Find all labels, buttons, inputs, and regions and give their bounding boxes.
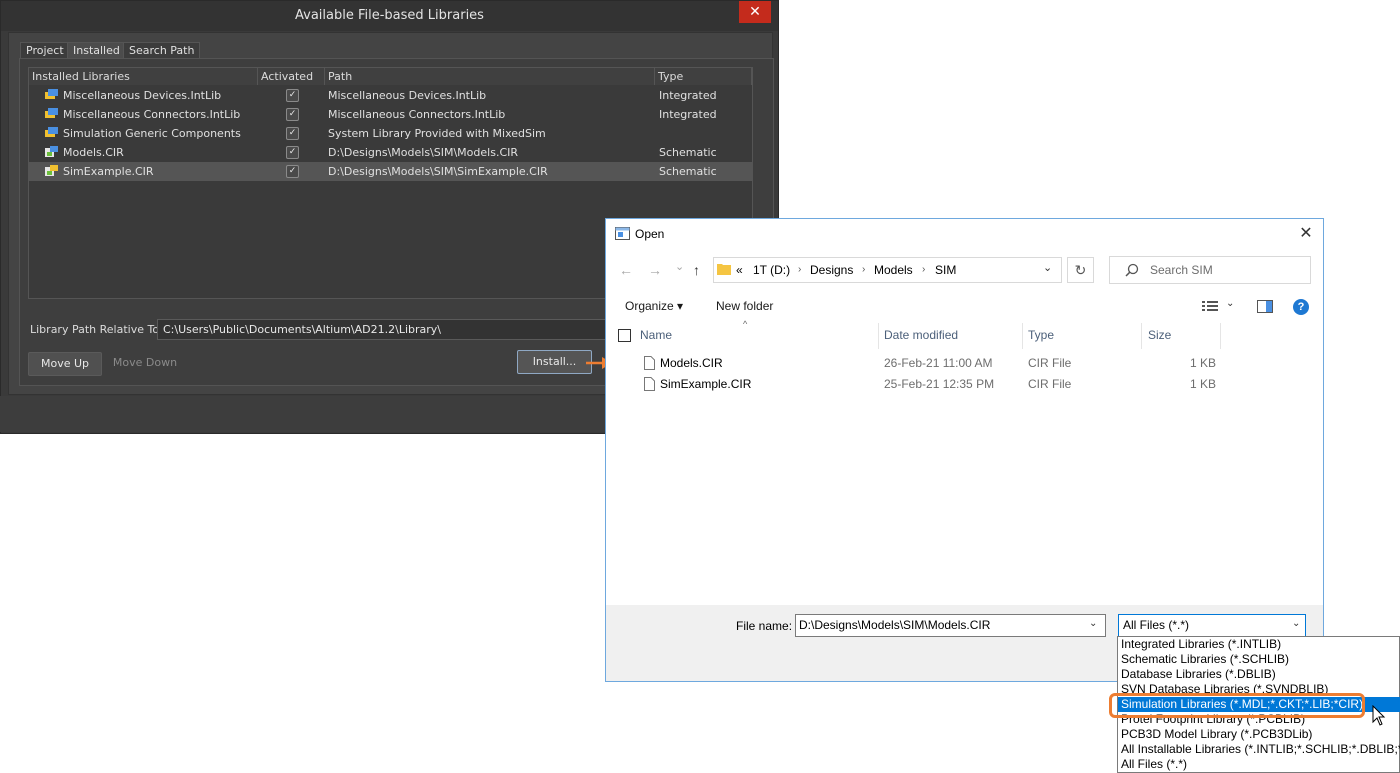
file-type-option[interactable]: Database Libraries (*.DBLIB) <box>1121 667 1276 682</box>
file-type: CIR File <box>1028 377 1072 391</box>
highlight-callout <box>1109 693 1365 718</box>
forward-icon[interactable]: → <box>648 262 662 278</box>
close-button[interactable]: ✕ <box>739 1 771 23</box>
chevron-down-icon[interactable]: ⌄ <box>1292 618 1300 629</box>
view-dropdown-icon[interactable]: ⌄ <box>1226 298 1234 309</box>
column-header-type[interactable]: Type <box>655 68 752 85</box>
activated-checkbox[interactable]: ✓ <box>286 108 299 121</box>
organize-menu[interactable]: Organize ▾ <box>625 299 683 313</box>
schematic-library-icon <box>45 165 58 176</box>
window-icon <box>615 227 630 240</box>
file-name: SimExample.CIR <box>660 377 752 391</box>
search-placeholder: Search SIM <box>1150 263 1213 277</box>
tab-project[interactable]: Project <box>20 42 70 59</box>
refresh-button[interactable]: ↻ <box>1067 257 1094 283</box>
file-name-label: File name: <box>736 619 793 633</box>
new-folder-button[interactable]: New folder <box>716 299 773 313</box>
activated-checkbox[interactable]: ✓ <box>286 127 299 140</box>
close-button[interactable]: ✕ <box>1296 224 1316 244</box>
column-header-installed-libraries[interactable]: Installed Libraries <box>29 68 258 85</box>
file-type-select[interactable]: All Files (*.*) <box>1118 614 1306 637</box>
library-name: Simulation Generic Components <box>63 127 241 140</box>
help-icon[interactable]: ? <box>1293 299 1309 315</box>
file-name-input[interactable]: D:\Designs\Models\SIM\Models.CIR <box>795 614 1106 637</box>
library-type: Schematic <box>659 165 717 178</box>
column-divider[interactable] <box>1022 323 1023 349</box>
library-name: Models.CIR <box>63 146 124 159</box>
select-all-checkbox[interactable] <box>618 329 631 342</box>
file-type-option[interactable]: All Files (*.*) <box>1121 757 1187 772</box>
column-divider[interactable] <box>1220 323 1221 349</box>
library-path: Miscellaneous Devices.IntLib <box>328 89 487 102</box>
relative-path-field[interactable]: C:\Users\Public\Documents\Altium\AD21.2\… <box>157 319 612 340</box>
view-options-icon[interactable] <box>1202 300 1218 312</box>
library-path: Miscellaneous Connectors.IntLib <box>328 108 506 121</box>
recent-locations-icon[interactable]: ⌄ <box>675 259 684 275</box>
column-header-activated[interactable]: Activated <box>258 68 325 85</box>
file-date: 26-Feb-21 11:00 AM <box>884 356 993 370</box>
library-path: D:\Designs\Models\SIM\SimExample.CIR <box>328 165 548 178</box>
column-header-size[interactable]: Size <box>1148 328 1171 342</box>
column-header-path[interactable]: Path <box>325 68 655 85</box>
activated-checkbox[interactable]: ✓ <box>286 165 299 178</box>
activated-checkbox[interactable]: ✓ <box>286 146 299 159</box>
file-size: 1 KB <box>1190 356 1217 370</box>
column-divider[interactable] <box>1141 323 1142 349</box>
folder-icon <box>717 264 731 275</box>
integrated-library-icon <box>45 127 58 137</box>
column-header-date-modified[interactable]: Date modified <box>884 328 958 342</box>
column-divider[interactable] <box>878 323 879 349</box>
search-icon <box>1125 263 1139 277</box>
library-name: Miscellaneous Devices.IntLib <box>63 89 222 102</box>
sort-indicator-icon: ^ <box>743 319 748 329</box>
integrated-library-icon <box>45 89 58 99</box>
breadcrumb-models[interactable]: Models <box>874 263 913 277</box>
open-file-dialog: Open ✕ ← → ⌄ ↑ « 1T (D:) › Designs › Mod… <box>605 218 1324 682</box>
library-name: SimExample.CIR <box>63 165 154 178</box>
file-type-option[interactable]: Schematic Libraries (*.SCHLIB) <box>1121 652 1289 667</box>
breadcrumb-separator[interactable]: › <box>862 263 865 277</box>
library-path: System Library Provided with MixedSim <box>328 127 546 140</box>
library-type: Integrated <box>659 108 717 121</box>
breadcrumb-overflow[interactable]: « <box>736 263 743 277</box>
dialog-title: Available File-based Libraries <box>1 1 778 31</box>
breadcrumb-drive[interactable]: 1T (D:) <box>753 263 790 277</box>
move-up-button[interactable]: Move Up <box>28 352 102 376</box>
integrated-library-icon <box>45 108 58 118</box>
schematic-library-icon <box>45 146 58 157</box>
breadcrumb-separator[interactable]: › <box>922 263 925 277</box>
tab-installed[interactable]: Installed <box>67 42 126 59</box>
column-header-name[interactable]: Name <box>640 328 672 342</box>
install-button[interactable]: Install... <box>517 350 592 374</box>
file-size: 1 KB <box>1190 377 1217 391</box>
relative-path-label: Library Path Relative To: <box>30 323 163 336</box>
file-type-option[interactable]: PCB3D Model Library (*.PCB3DLib) <box>1121 727 1312 742</box>
file-icon <box>644 356 655 370</box>
activated-checkbox[interactable]: ✓ <box>286 89 299 102</box>
dialog-title: Open <box>635 227 665 241</box>
file-type: CIR File <box>1028 356 1072 370</box>
library-type: Schematic <box>659 146 717 159</box>
move-down-button: Move Down <box>112 356 178 369</box>
file-icon <box>644 377 655 391</box>
mouse-cursor-icon <box>1372 705 1386 726</box>
file-date: 25-Feb-21 12:35 PM <box>884 377 995 391</box>
column-header-type[interactable]: Type <box>1028 328 1054 342</box>
address-dropdown-icon[interactable]: ⌄ <box>1043 261 1052 274</box>
file-name: Models.CIR <box>660 356 723 370</box>
library-path: D:\Designs\Models\SIM\Models.CIR <box>328 146 519 159</box>
breadcrumb-sim[interactable]: SIM <box>935 263 956 277</box>
file-type-option[interactable]: Integrated Libraries (*.INTLIB) <box>1121 637 1281 652</box>
breadcrumb-separator[interactable]: › <box>798 263 801 277</box>
library-type: Integrated <box>659 89 717 102</box>
breadcrumb-designs[interactable]: Designs <box>810 263 853 277</box>
back-icon[interactable]: ← <box>619 262 633 278</box>
preview-pane-icon[interactable] <box>1257 300 1273 313</box>
library-name: Miscellaneous Connectors.IntLib <box>63 108 241 121</box>
up-icon[interactable]: ↑ <box>693 262 700 278</box>
title-bar <box>606 219 1323 249</box>
file-type-option[interactable]: All Installable Libraries (*.INTLIB;*.SC… <box>1121 742 1400 757</box>
chevron-down-icon[interactable]: ⌄ <box>1089 618 1097 629</box>
tab-search-path[interactable]: Search Path <box>123 42 201 59</box>
